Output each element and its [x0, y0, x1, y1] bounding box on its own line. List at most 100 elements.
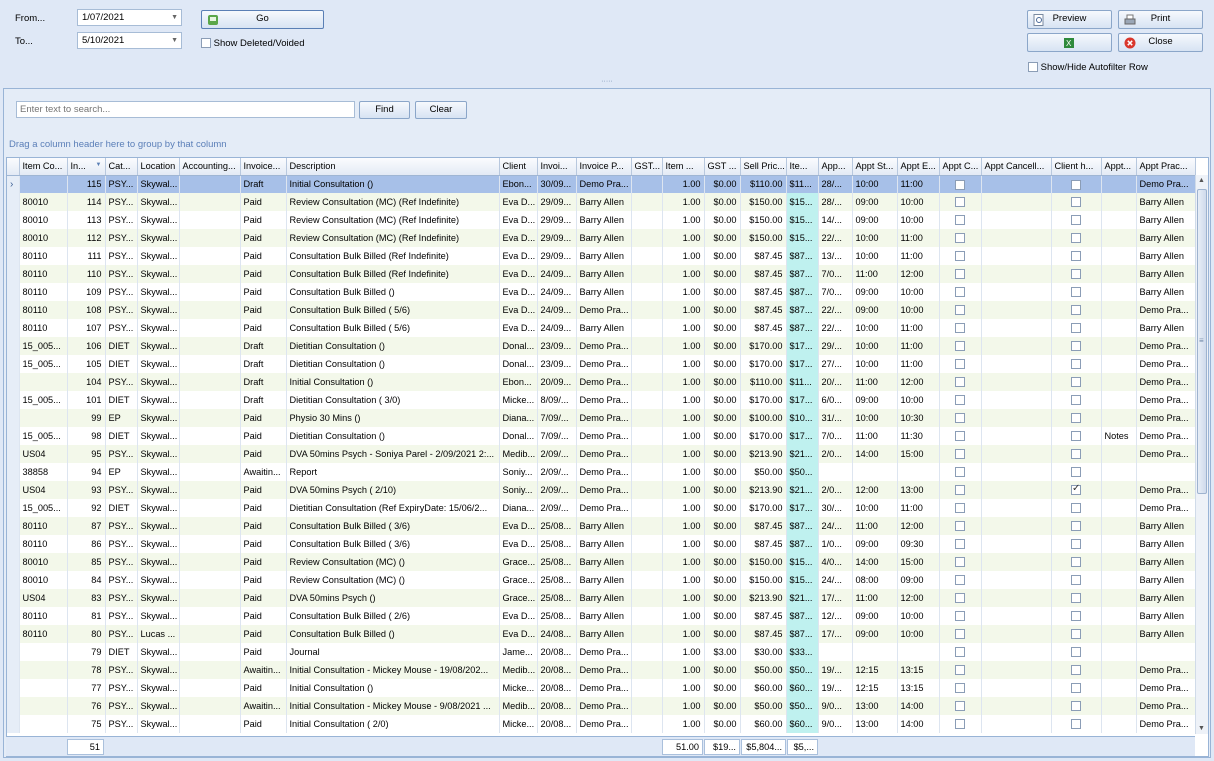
checkbox[interactable]	[1071, 557, 1081, 568]
cell[interactable]: PSY...	[105, 481, 138, 499]
cell[interactable]: $87.45	[740, 535, 787, 553]
cell[interactable]: 22/...	[818, 319, 853, 337]
cell-checkbox[interactable]	[939, 715, 982, 733]
cell[interactable]: Paid	[240, 193, 287, 211]
cell[interactable]: 10:00	[852, 355, 898, 373]
column-header[interactable]: Appt C...	[939, 158, 982, 176]
cell[interactable]: Demo Pra...	[576, 301, 632, 319]
cell[interactable]: 23/09...	[537, 355, 577, 373]
cell[interactable]: 09:00	[852, 535, 898, 553]
row-indicator[interactable]	[7, 391, 20, 409]
cell[interactable]: 80010	[19, 571, 68, 589]
cell[interactable]: 09:00	[852, 391, 898, 409]
cell[interactable]	[631, 265, 663, 283]
cell[interactable]: 1.00	[662, 211, 705, 229]
cell[interactable]	[1101, 301, 1137, 319]
cell-checkbox[interactable]	[1051, 337, 1102, 355]
checkbox[interactable]	[955, 431, 965, 442]
cell[interactable]: Initial Consultation - Mickey Mouse - 9/…	[286, 697, 500, 715]
cell[interactable]	[179, 229, 241, 247]
cell[interactable]	[631, 697, 663, 715]
cell[interactable]	[631, 517, 663, 535]
find-button[interactable]: Find	[359, 101, 410, 119]
cell[interactable]: 20/08...	[537, 715, 577, 733]
cell[interactable]: 25/08...	[537, 571, 577, 589]
cell[interactable]	[981, 517, 1052, 535]
cell[interactable]: 111	[67, 247, 106, 265]
table-row[interactable]: 80110 108 PSY... Skywal... Paid Consultation …	[7, 301, 1196, 319]
cell[interactable]: Demo Pra...	[1136, 445, 1196, 463]
cell-checkbox[interactable]	[1051, 679, 1102, 697]
cell[interactable]: 2/09/...	[537, 463, 577, 481]
cell[interactable]: 24/...	[818, 517, 853, 535]
cell[interactable]: 84	[67, 571, 106, 589]
cell[interactable]	[981, 535, 1052, 553]
checkbox[interactable]	[1071, 449, 1081, 460]
cell[interactable]: Micke...	[499, 715, 538, 733]
cell[interactable]: $0.00	[704, 535, 741, 553]
cell[interactable]: Demo Pra...	[576, 643, 632, 661]
cell[interactable]: 1.00	[662, 265, 705, 283]
group-panel-hint[interactable]: Drag a column header here to group by th…	[9, 139, 227, 150]
cell[interactable]: Donal...	[499, 337, 538, 355]
cell[interactable]: $87...	[786, 535, 819, 553]
cell[interactable]: Demo Pra...	[576, 481, 632, 499]
cell[interactable]: PSY...	[105, 229, 138, 247]
cell[interactable]: 76	[67, 697, 106, 715]
cell[interactable]: Barry Allen	[1136, 319, 1196, 337]
cell-checkbox[interactable]	[1051, 499, 1102, 517]
cell[interactable]: 80110	[19, 625, 68, 643]
row-indicator[interactable]	[7, 589, 20, 607]
cell[interactable]: 14:00	[852, 553, 898, 571]
cell[interactable]: $17...	[786, 427, 819, 445]
autofilter-toggle[interactable]: Show/Hide Autofilter Row	[1028, 62, 1148, 73]
cell[interactable]: $170.00	[740, 337, 787, 355]
cell[interactable]: Consultation Bulk Billed ()	[286, 283, 500, 301]
table-row[interactable]: 80110 80 PSY... Lucas ... Paid Consultation B…	[7, 625, 1196, 643]
cell-checkbox[interactable]	[1051, 553, 1102, 571]
cell[interactable]: 7/0...	[818, 283, 853, 301]
cell[interactable]: 24/08...	[537, 625, 577, 643]
cell[interactable]: 87	[67, 517, 106, 535]
cell[interactable]	[179, 445, 241, 463]
cell[interactable]: $0.00	[704, 211, 741, 229]
cell[interactable]: 80110	[19, 535, 68, 553]
cell[interactable]	[981, 715, 1052, 733]
cell[interactable]: $0.00	[704, 589, 741, 607]
cell[interactable]: 2/09/...	[537, 499, 577, 517]
cell[interactable]	[981, 661, 1052, 679]
row-indicator[interactable]	[7, 607, 20, 625]
cell[interactable]: 14:00	[897, 697, 940, 715]
cell[interactable]: $60.00	[740, 715, 787, 733]
cell[interactable]: DIET	[105, 391, 138, 409]
cell[interactable]: Demo Pra...	[576, 337, 632, 355]
row-indicator[interactable]	[7, 499, 20, 517]
splitter-handle[interactable]: ·····	[0, 78, 1214, 88]
cell[interactable]: 14:00	[852, 445, 898, 463]
cell[interactable]: 1.00	[662, 391, 705, 409]
cell[interactable]: Skywal...	[137, 571, 180, 589]
checkbox[interactable]	[1071, 179, 1081, 190]
cell[interactable]: 83	[67, 589, 106, 607]
cell[interactable]	[631, 301, 663, 319]
cell[interactable]: Demo Pra...	[576, 697, 632, 715]
cell[interactable]	[631, 355, 663, 373]
cell[interactable]	[19, 175, 68, 193]
row-indicator[interactable]	[7, 229, 20, 247]
cell[interactable]: 80110	[19, 283, 68, 301]
cell[interactable]: 108	[67, 301, 106, 319]
cell[interactable]: $15...	[786, 571, 819, 589]
cell[interactable]: Micke...	[499, 391, 538, 409]
cell[interactable]: 11:00	[852, 427, 898, 445]
cell[interactable]: Barry Allen	[1136, 229, 1196, 247]
checkbox[interactable]	[1071, 251, 1081, 262]
cell[interactable]: 1.00	[662, 409, 705, 427]
cell[interactable]: PSY...	[105, 625, 138, 643]
cell[interactable]: 11:00	[852, 517, 898, 535]
cell[interactable]	[631, 553, 663, 571]
cell[interactable]	[981, 373, 1052, 391]
cell[interactable]: 11:00	[897, 355, 940, 373]
cell[interactable]	[981, 211, 1052, 229]
cell[interactable]	[179, 499, 241, 517]
cell[interactable]: Barry Allen	[1136, 193, 1196, 211]
